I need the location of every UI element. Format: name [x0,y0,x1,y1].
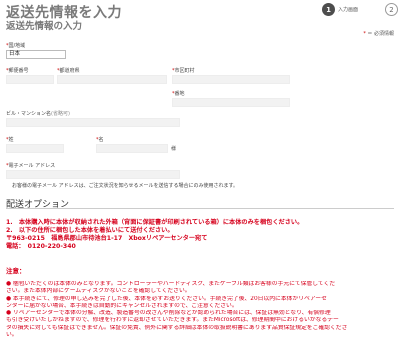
warning-line: も引き受けいたしかねますので、修理を行わずに返却させていただきます。またMicr… [6,317,339,324]
postal-label: *郵便番号 [6,68,29,74]
required-note: * ＝ 必須情報 [363,30,394,37]
warning-line: ● 梱包いただくのは本体のみとなります。コントローラーやハードディスク、またケー… [6,281,336,287]
building-label: ビル・マンション名(省略可) [6,111,70,117]
instruction-line-2: 2. 以下の住所に梱包した本体を着払いにて送付ください。 [6,227,174,234]
step-indicator: 1 入力画面 [322,3,358,16]
warning-line: タの損失に対しても保証はできません。保証の免責、例外に関する詳細は本体の取扱説明… [6,324,348,331]
country-label: *国/地域 [6,43,26,49]
postal-input[interactable] [6,75,54,84]
prefecture-label: *都道府県 [57,68,80,74]
email-label: *電子メール アドレス [6,163,56,169]
required-star: * [363,31,366,37]
return-address: 〒963-0215 福島県郡山市待池台1-17 Xboxリペアーセンター宛て [6,235,208,242]
building-input[interactable] [6,118,180,127]
step-2-circle: 2 [385,3,398,16]
country-field[interactable]: 日本 [6,50,66,59]
firstname-label: *名 [96,137,104,143]
warning-line: ンターに届かない場合、本手続きは自動的にキャンセルされますので、ご注意ください。 [6,302,238,309]
required-note-text: ＝ 必須情報 [367,31,394,37]
address-input[interactable] [172,98,290,107]
warning-list: ● 梱包いただくのは本体のみとなります。コントローラーやハードディスク、またケー… [6,281,396,339]
warning-line: さい。また本体内部にゲームディスクがないことを確認してください。 [6,288,191,295]
warning-line: ● 本手続きにて、修理の申し込みを完了した後、本体を必ずお送りください。手続き完… [6,295,327,302]
step-1-label: 入力画面 [338,7,359,13]
email-input[interactable] [6,170,180,179]
phone-number: 電話： 0120-220-340 [6,243,76,250]
section-divider [6,208,394,209]
warning-line: ● リペアーセンターで本体の分解、改造、製造番号の改ざんや削除などが認められた場… [6,310,331,317]
instruction-line-1: 1. 本体購入時に本体が収納された外箱（背面に保証書が印刷されている箱）に本体の… [6,219,304,226]
city-input[interactable] [172,75,290,84]
warning-title: 注意： [6,267,26,275]
honorific-suffix: 様 [171,146,177,152]
page-subtitle: 返送先情報の入力 [6,21,83,32]
email-note: お客様の電子メール アドレスは、ご注文状況を知らせるメールを送信する場合にのみ使… [12,183,238,189]
lastname-input[interactable] [6,144,64,153]
warning-line: い。 [6,332,18,339]
city-label: *市区町村 [172,68,195,74]
lastname-label: *姓 [6,137,14,143]
address-label: *番地 [172,91,185,97]
step-1-circle: 1 [322,3,335,16]
firstname-input[interactable] [96,144,168,153]
prefecture-input[interactable] [57,75,167,84]
